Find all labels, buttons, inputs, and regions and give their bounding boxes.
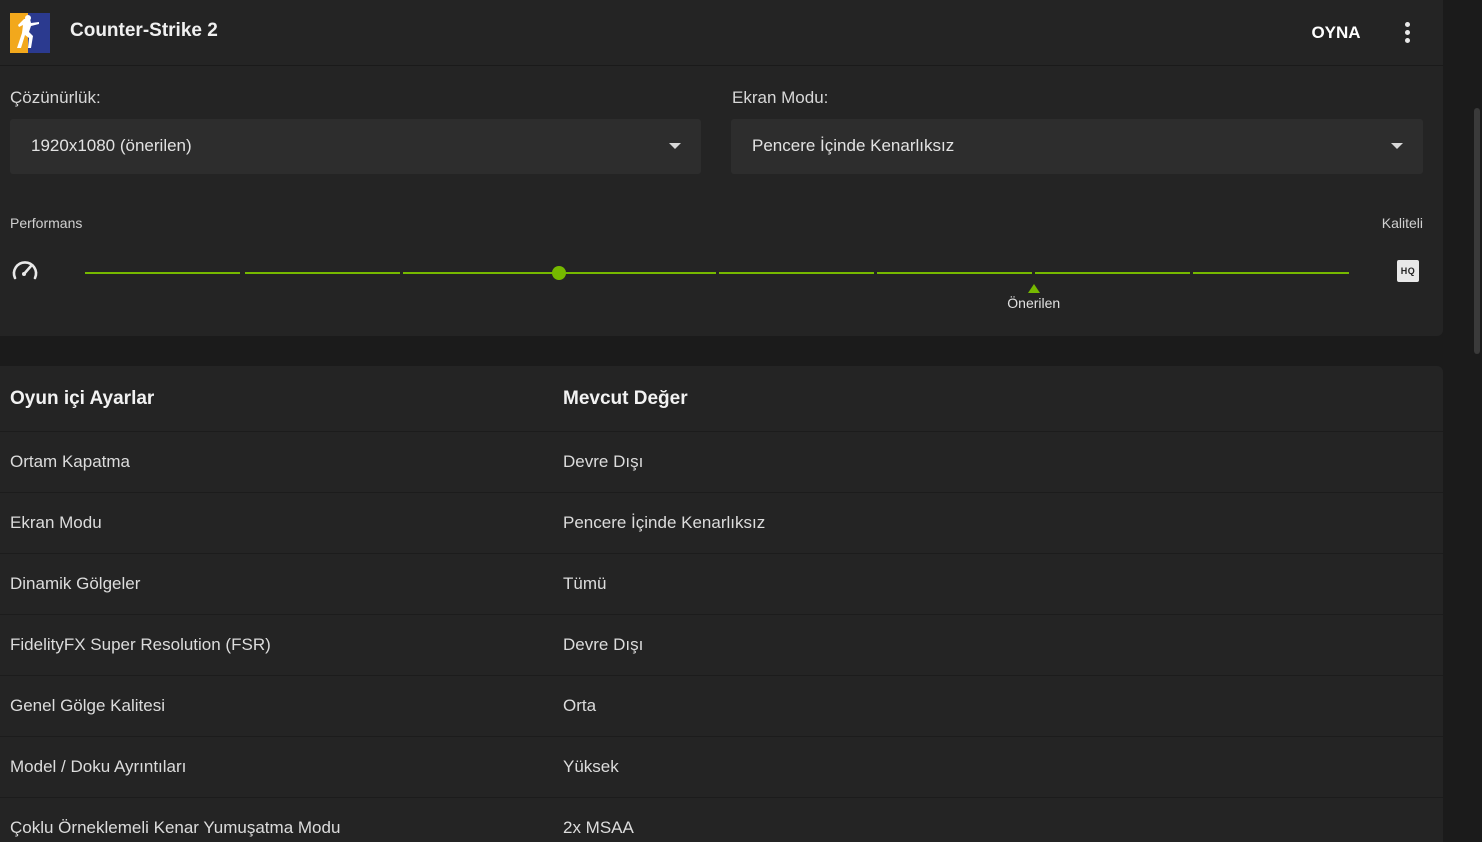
speedometer-icon: [12, 261, 38, 280]
chevron-down-icon: [669, 143, 681, 149]
play-button[interactable]: OYNA: [1300, 18, 1372, 48]
resolution-dropdown[interactable]: 1920x1080 (önerilen): [10, 119, 701, 174]
table-row: Genel Gölge Kalitesi Orta: [0, 676, 1443, 737]
table-row: Ortam Kapatma Devre Dışı: [0, 432, 1443, 493]
table-row: Ekran Modu Pencere İçinde Kenarlıksız: [0, 493, 1443, 554]
table-header: Oyun içi Ayarlar Mevcut Değer: [0, 366, 1443, 432]
resolution-value: 1920x1080 (önerilen): [31, 136, 192, 155]
chevron-down-icon: [1391, 143, 1403, 149]
display-mode-label: Ekran Modu:: [732, 88, 829, 107]
recommended-marker-icon: [1027, 284, 1040, 293]
table-row: Model / Doku Ayrıntıları Yüksek: [0, 737, 1443, 798]
game-header: Counter-Strike 2 OYNA: [0, 0, 1443, 66]
quality-slider-handle[interactable]: [552, 266, 567, 280]
display-mode-dropdown[interactable]: Pencere İçinde Kenarlıksız: [731, 119, 1423, 174]
setting-value: Devre Dışı: [563, 452, 644, 471]
quality-label: Kaliteli: [1381, 215, 1423, 231]
game-optimization-page: Counter-Strike 2 OYNA Çözünürlük: 1920x1…: [0, 0, 1482, 842]
display-mode-value: Pencere İçinde Kenarlıksız: [752, 136, 955, 155]
settings-table: Oyun içi Ayarlar Mevcut Değer Ortam Kapa…: [0, 366, 1443, 842]
setting-value: Devre Dışı: [563, 635, 644, 654]
slider-segment: [719, 272, 875, 274]
slider-segment: [85, 272, 241, 274]
column-header-value: Mevcut Değer: [563, 388, 688, 409]
setting-value: Yüksek: [563, 757, 619, 776]
setting-name: Ekran Modu: [10, 513, 102, 532]
setting-name: FidelityFX Super Resolution (FSR): [10, 635, 271, 654]
table-row: FidelityFX Super Resolution (FSR) Devre …: [0, 615, 1443, 676]
setting-name: Genel Gölge Kalitesi: [10, 696, 165, 715]
setting-name: Dinamik Gölgeler: [10, 574, 141, 593]
slider-segment: [402, 272, 558, 274]
setting-value: Orta: [563, 696, 597, 715]
settings-card: Çözünürlük: 1920x1080 (önerilen) Ekran M…: [0, 66, 1443, 336]
performance-label: Performans: [10, 215, 83, 231]
slider-segment: [1193, 272, 1349, 274]
recommended-label: Önerilen: [1007, 295, 1061, 311]
setting-value: Tümü: [563, 574, 607, 593]
quality-slider-track[interactable]: [85, 272, 1350, 274]
resolution-label: Çözünürlük:: [10, 88, 101, 107]
slider-segment: [877, 272, 1033, 274]
setting-name: Model / Doku Ayrıntıları: [10, 757, 187, 776]
slider-segment: [1035, 272, 1191, 274]
slider-segment: [560, 272, 716, 274]
setting-name: Ortam Kapatma: [10, 452, 130, 471]
setting-value: 2x MSAA: [563, 818, 634, 837]
counter-strike-logo: [10, 13, 50, 53]
game-title: Counter-Strike 2: [70, 20, 218, 41]
setting-name: Çoklu Örneklemeli Kenar Yumuşatma Modu: [10, 818, 341, 837]
table-row: Çoklu Örneklemeli Kenar Yumuşatma Modu 2…: [0, 798, 1443, 842]
slider-segment: [244, 272, 400, 274]
setting-value: Pencere İçinde Kenarlıksız: [563, 513, 766, 532]
kebab-menu-icon[interactable]: [1396, 18, 1420, 48]
column-header-setting: Oyun içi Ayarlar: [10, 388, 155, 409]
table-row: Dinamik Gölgeler Tümü: [0, 554, 1443, 615]
hq-icon: HQ: [1397, 260, 1419, 282]
scrollbar-thumb[interactable]: [1474, 108, 1480, 354]
